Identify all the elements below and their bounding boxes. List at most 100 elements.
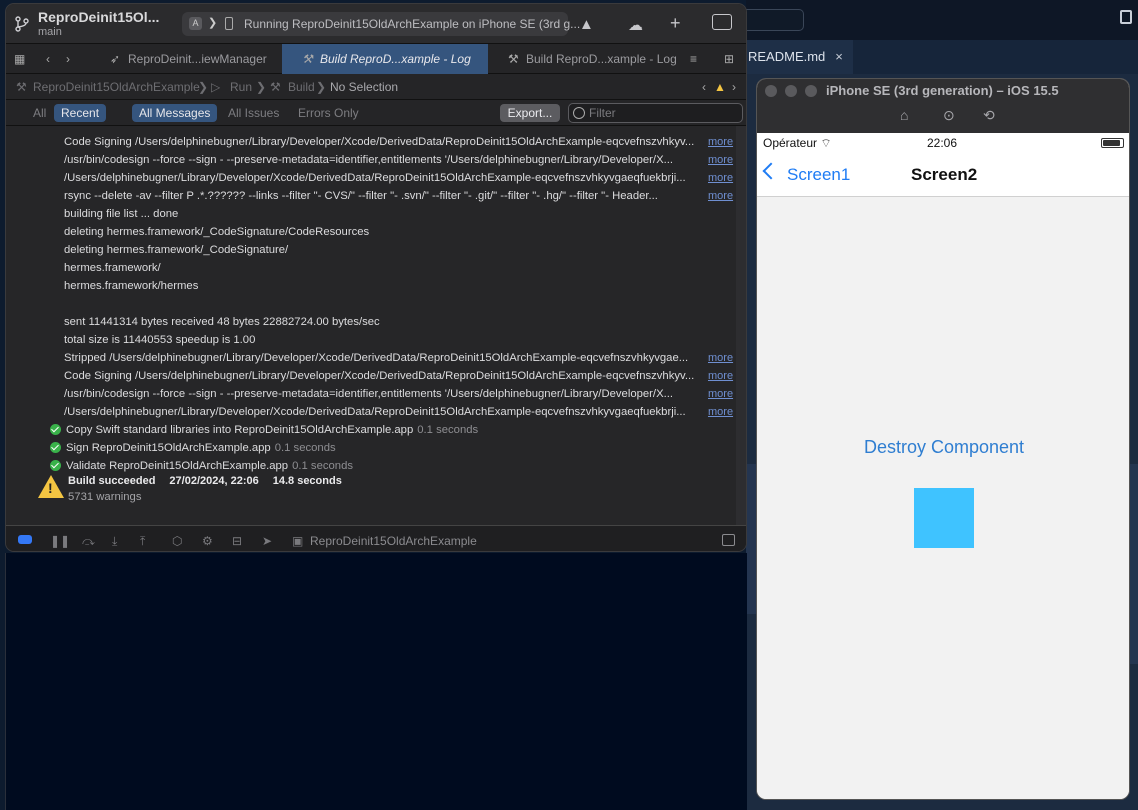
add-icon[interactable]: + xyxy=(670,13,681,34)
tab-build-log[interactable]: ⚒ Build ReproD...xample - Log xyxy=(490,44,680,74)
chevron-left-icon[interactable]: ‹ xyxy=(702,80,706,94)
chevron-right-icon[interactable]: › xyxy=(732,80,736,94)
background-topbar xyxy=(746,0,1138,40)
log-scrollbar[interactable] xyxy=(736,126,746,525)
log-line: deleting hermes.framework/_CodeSignature… xyxy=(64,226,370,238)
breadcrumb-run[interactable]: Run xyxy=(230,80,252,94)
play-icon: ▷ xyxy=(211,80,221,94)
step-duration: 0.1 seconds xyxy=(274,442,336,454)
ios-status-bar: Opérateur ⌔ 22:06 xyxy=(757,133,1129,153)
minimize-window-button[interactable] xyxy=(785,85,797,97)
more-link[interactable]: more xyxy=(708,187,733,205)
log-line: hermes.framework/hermes xyxy=(64,280,199,292)
build-log: Code Signing /Users/delphinebugner/Libra… xyxy=(6,126,746,525)
screen-content: Destroy Component xyxy=(757,197,1129,799)
activity-status[interactable]: A ❯ Running ReproDeinit15OldArchExample … xyxy=(182,12,580,36)
zoom-window-button[interactable] xyxy=(805,85,817,97)
export-button[interactable]: Export... xyxy=(500,104,560,122)
warning-icon[interactable]: ▲ xyxy=(579,16,594,33)
log-line: Code Signing /Users/delphinebugner/Libra… xyxy=(64,136,695,148)
breadcrumb-project[interactable]: ReproDeinit15OldArchExample xyxy=(33,80,200,94)
close-icon[interactable]: × xyxy=(835,49,843,64)
memory-graph-icon[interactable]: ⚙ xyxy=(202,534,213,548)
home-icon[interactable]: ⌂ xyxy=(900,107,908,123)
warning-icon[interactable]: ▲ xyxy=(714,80,726,94)
lines-icon[interactable]: ≡ xyxy=(690,44,710,74)
simulator-window: iPhone SE (3rd generation) – iOS 15.5 ⌂ … xyxy=(756,78,1130,800)
more-link[interactable]: more xyxy=(708,385,733,403)
build-step[interactable]: Validate ReproDeinit15OldArchExample.app… xyxy=(66,457,353,475)
filter-errors-only[interactable]: Errors Only xyxy=(291,104,366,122)
success-check-icon xyxy=(50,424,61,435)
more-link[interactable]: more xyxy=(708,367,733,385)
device-icon xyxy=(225,17,233,30)
filter-all-issues[interactable]: All Issues xyxy=(221,104,286,122)
clock: 22:06 xyxy=(927,136,958,150)
rotate-icon[interactable]: ⟲ xyxy=(983,107,995,124)
swift-icon: ➶ xyxy=(110,52,121,66)
filter-field[interactable] xyxy=(568,103,743,123)
step-over-icon[interactable]: ⤼ xyxy=(82,534,95,549)
cloud-icon[interactable]: ☁ xyxy=(628,16,643,34)
grid-icon[interactable]: ▦ xyxy=(14,44,34,74)
pause-icon[interactable]: ❚❚ xyxy=(50,534,70,548)
debug-bar: ❚❚ ⤼ ⤓ ⤒ ⬡ ⚙ ⊟ ➤ ▣ ReproDeinit15OldArchE… xyxy=(6,525,746,551)
console-toggle-icon[interactable] xyxy=(722,534,735,546)
destroy-component-button[interactable]: Destroy Component xyxy=(757,437,1129,458)
split-editor-icon[interactable]: ⊞ xyxy=(724,44,744,74)
filter-all[interactable]: All xyxy=(26,104,53,122)
chevron-right-icon: ❯ xyxy=(256,80,267,94)
more-link[interactable]: more xyxy=(708,151,733,169)
chevron-right-icon: ❯ xyxy=(198,80,209,94)
breadcrumb-selection: No Selection xyxy=(330,80,399,94)
step-in-icon[interactable]: ⤓ xyxy=(112,534,117,549)
debug-target-label: ReproDeinit15OldArchExample xyxy=(310,534,477,548)
hammer-icon: ⚒ xyxy=(302,52,313,66)
back-button[interactable]: Screen1 xyxy=(787,165,850,185)
branch-name[interactable]: main xyxy=(38,26,62,38)
back-icon[interactable]: ‹ xyxy=(46,44,60,74)
more-link[interactable]: more xyxy=(708,403,733,421)
step-label: Copy Swift standard libraries into Repro… xyxy=(66,424,414,436)
log-line: /Users/delphinebugner/Library/Developer/… xyxy=(64,172,686,184)
environment-icon[interactable]: ⊟ xyxy=(232,534,242,548)
warning-count[interactable]: 5731 warnings xyxy=(68,491,141,503)
editor-tab-bar: ▦ ‹ › ➶ ReproDeinit...iewManager ⚒ Build R… xyxy=(6,44,746,74)
build-duration: 14.8 seconds xyxy=(272,475,342,487)
step-label: Sign ReproDeinit15OldArchExample.app xyxy=(66,442,271,454)
log-line: /usr/bin/codesign --force --sign - --pre… xyxy=(64,154,674,166)
filter-input[interactable] xyxy=(589,105,739,121)
location-icon[interactable]: ➤ xyxy=(262,534,272,548)
filter-recent[interactable]: Recent xyxy=(54,104,107,122)
background-search-field[interactable] xyxy=(746,9,804,31)
more-link[interactable]: more xyxy=(708,133,733,151)
debug-console-area[interactable] xyxy=(5,553,747,810)
project-name[interactable]: ReproDeinit15Ol... xyxy=(38,9,159,25)
step-duration: 0.1 seconds xyxy=(292,460,354,472)
tab-label: Build ReproD...xample - Log xyxy=(526,52,677,66)
tab-readme[interactable]: README.md × xyxy=(746,40,853,74)
close-window-button[interactable] xyxy=(765,85,777,97)
build-step[interactable]: Copy Swift standard libraries into Repro… xyxy=(66,421,478,439)
more-link[interactable]: more xyxy=(708,349,733,367)
more-link[interactable]: more xyxy=(708,169,733,187)
tab-viewmanager[interactable]: ➶ ReproDeinit...iewManager xyxy=(104,44,280,74)
view-debugger-icon[interactable]: ⬡ xyxy=(172,534,182,548)
battery-icon xyxy=(1101,138,1124,148)
screenshot-icon[interactable]: ⊙ xyxy=(943,107,955,124)
wifi-icon: ⌔ xyxy=(820,136,832,150)
filter-all-messages[interactable]: All Messages xyxy=(132,104,218,122)
warning-icon: ! xyxy=(38,475,64,498)
inspector-toggle-icon[interactable] xyxy=(712,14,732,30)
chevron-right-icon: ❯ xyxy=(208,17,218,29)
build-step[interactable]: Sign ReproDeinit15OldArchExample.app 0.1 … xyxy=(66,439,336,457)
tab-build-log-active[interactable]: ⚒ Build ReproD...xample - Log xyxy=(282,44,488,74)
log-line: /usr/bin/codesign --force --sign - --pre… xyxy=(64,388,674,400)
forward-icon[interactable]: › xyxy=(66,44,80,74)
tab-readme-label: README.md xyxy=(748,49,826,64)
screen-title: Screen2 xyxy=(911,165,978,184)
step-out-icon[interactable]: ⤒ xyxy=(140,534,145,549)
breadcrumb-build[interactable]: Build xyxy=(288,80,315,94)
breakpoints-icon[interactable] xyxy=(18,535,32,544)
back-chevron-icon[interactable] xyxy=(762,162,780,180)
